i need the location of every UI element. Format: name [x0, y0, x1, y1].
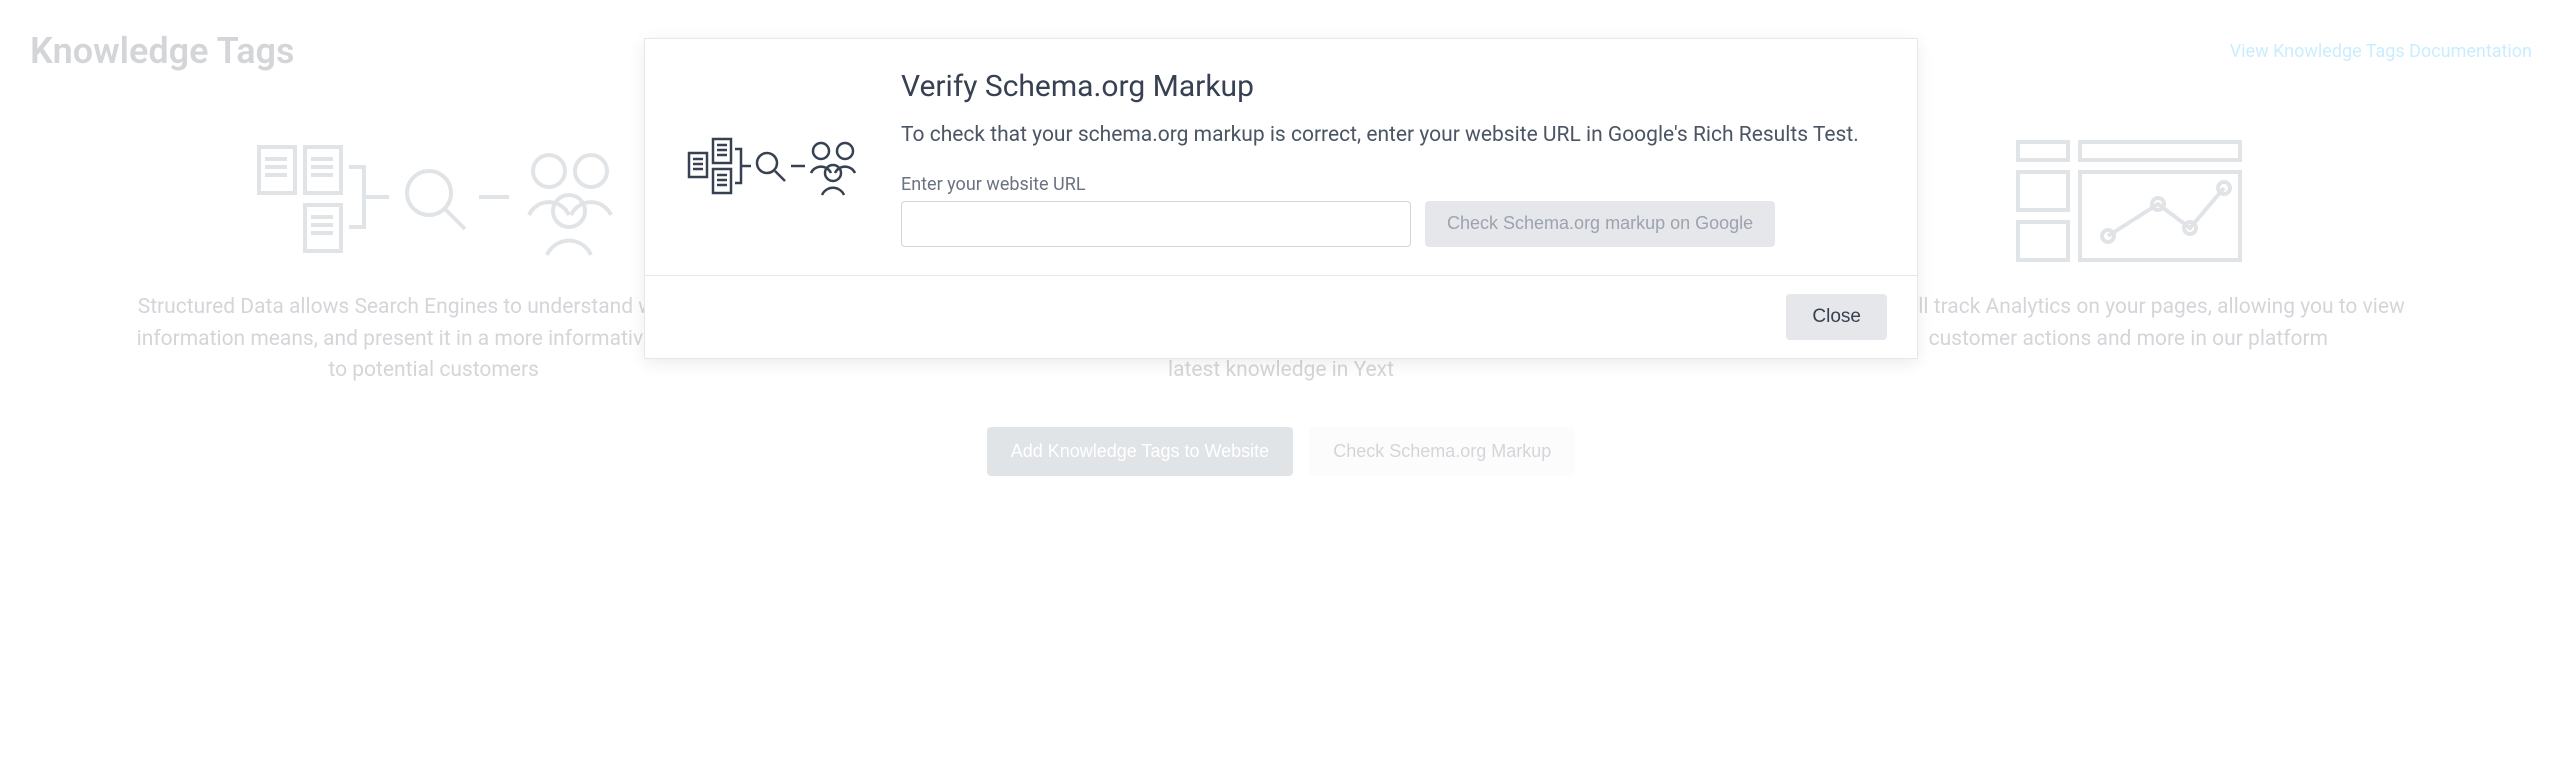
schema-flow-icon [685, 69, 865, 247]
modal-title: Verify Schema.org Markup [901, 69, 1877, 104]
url-field-label: Enter your website URL [901, 174, 1877, 195]
website-url-input[interactable] [901, 201, 1411, 247]
close-button[interactable]: Close [1786, 294, 1887, 340]
check-schema-google-button[interactable]: Check Schema.org markup on Google [1425, 201, 1775, 247]
modal-description: To check that your schema.org markup is … [901, 120, 1877, 152]
verify-schema-modal: Verify Schema.org Markup To check that y… [644, 38, 1918, 359]
